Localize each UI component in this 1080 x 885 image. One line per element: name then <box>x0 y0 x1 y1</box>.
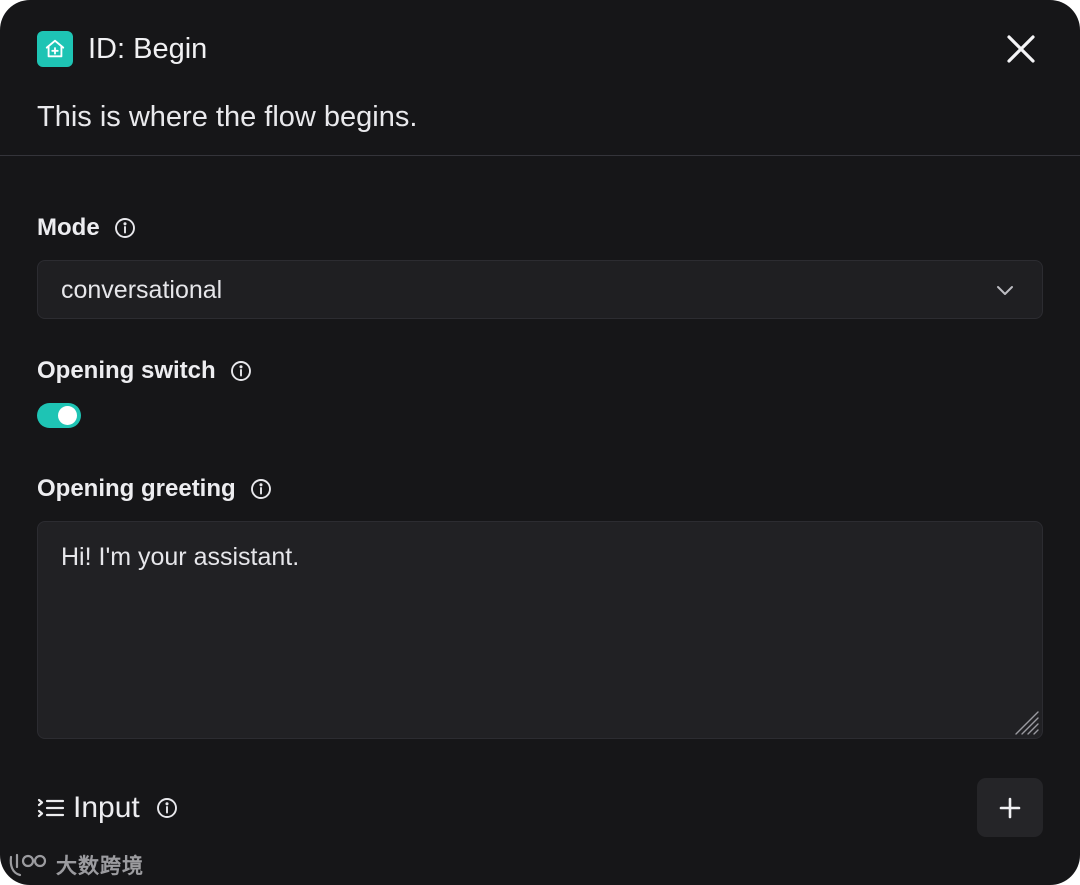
toggle-knob <box>58 406 77 425</box>
opening-greeting-label: Opening greeting <box>37 474 272 504</box>
watermark-logo-icon <box>9 853 47 877</box>
plus-icon <box>999 797 1021 818</box>
opening-greeting-value: Hi! I'm your assistant. <box>61 543 300 571</box>
node-settings-panel: ID: Begin This is where the flow begins.… <box>0 0 1080 885</box>
home-plus-icon <box>37 31 73 67</box>
opening-greeting-label-text: Opening greeting <box>37 475 236 502</box>
opening-switch-label: Opening switch <box>37 356 252 386</box>
mode-label-text: Mode <box>37 214 100 241</box>
panel-description: This is where the flow begins. <box>37 101 418 133</box>
mode-select-value: conversational <box>61 276 223 304</box>
opening-switch-label-text: Opening switch <box>37 357 216 384</box>
mode-select[interactable]: conversational <box>37 260 1043 319</box>
panel-title: ID: Begin <box>88 33 208 65</box>
watermark: 大数跨境 <box>8 849 144 881</box>
add-input-button[interactable] <box>977 778 1043 837</box>
list-icon <box>37 794 65 822</box>
panel-header: ID: Begin This is where the flow begins. <box>0 0 1080 156</box>
info-icon[interactable] <box>114 217 136 239</box>
info-icon[interactable] <box>156 797 178 819</box>
resize-handle-icon[interactable] <box>1012 708 1040 736</box>
chevron-down-icon <box>994 279 1016 301</box>
close-icon <box>1007 35 1035 63</box>
watermark-text: 大数跨境 <box>56 854 144 878</box>
close-button[interactable] <box>1000 28 1042 70</box>
opening-greeting-textarea[interactable]: Hi! I'm your assistant. <box>37 521 1043 739</box>
info-icon[interactable] <box>230 360 252 382</box>
info-icon[interactable] <box>250 478 272 500</box>
opening-switch-toggle[interactable] <box>37 403 81 428</box>
mode-label: Mode <box>37 213 136 243</box>
input-label: Input <box>73 791 140 824</box>
input-section-header: Input <box>37 789 178 827</box>
